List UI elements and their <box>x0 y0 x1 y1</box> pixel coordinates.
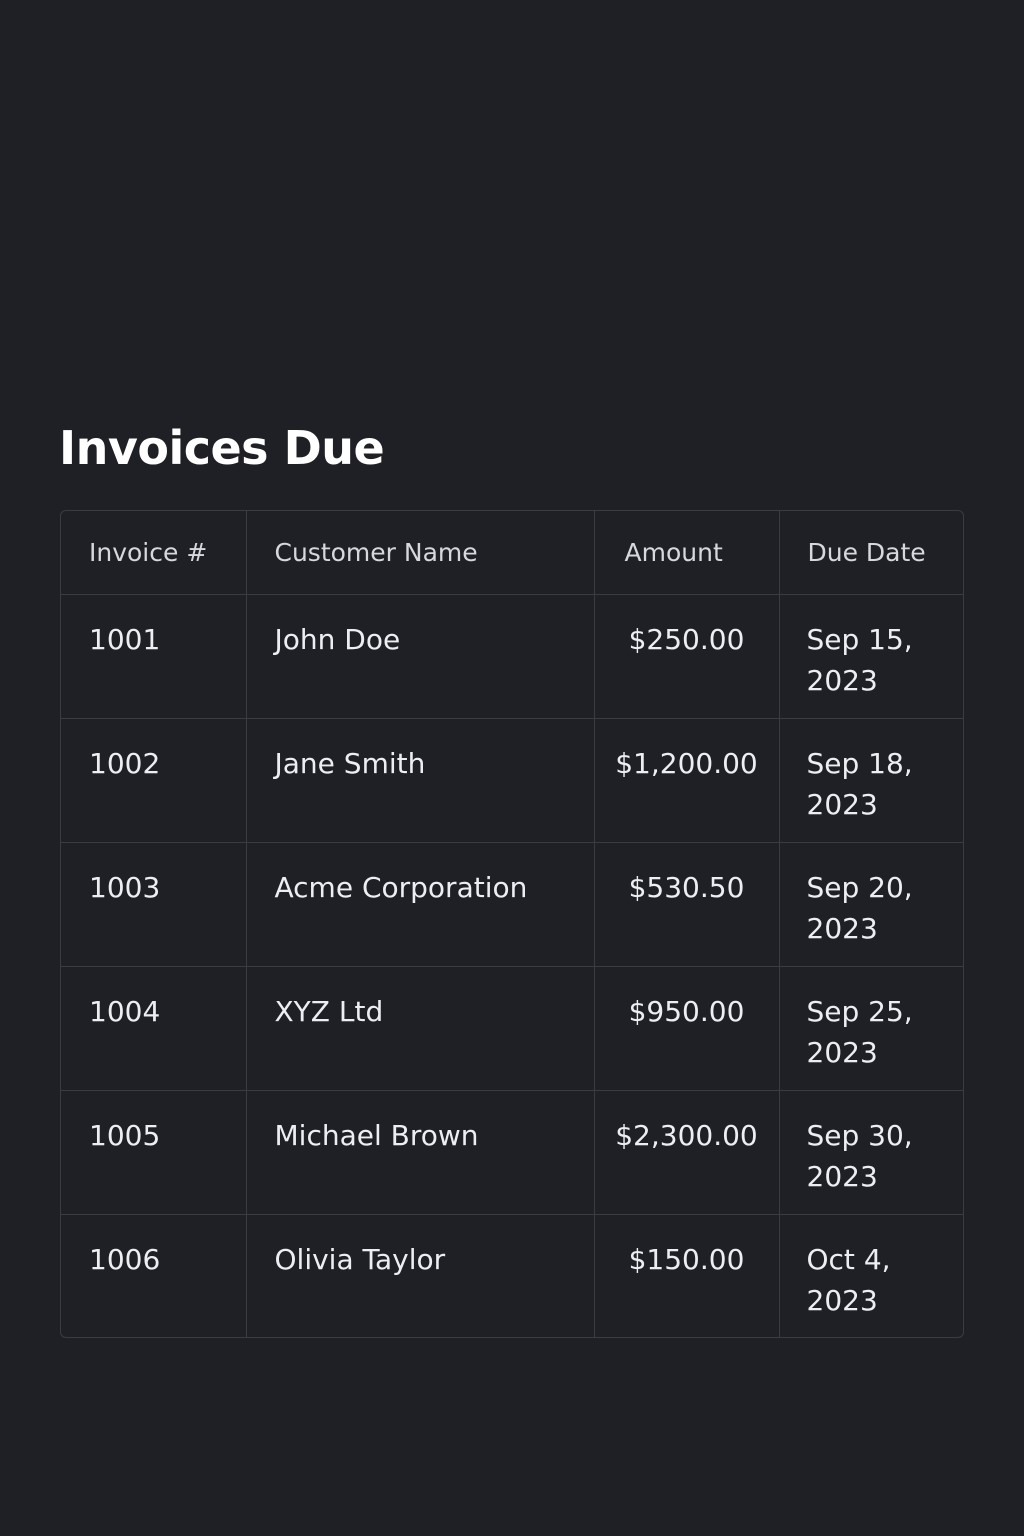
due-date-cell: Sep 18, 2023 <box>779 718 963 843</box>
due-date-cell: Sep 20, 2023 <box>779 842 963 967</box>
customer-name-cell: Acme Corporation <box>246 842 595 967</box>
invoice-number-cell: 1004 <box>61 966 247 1091</box>
invoice-number-cell: 1005 <box>61 1090 247 1215</box>
due-date-cell: Sep 15, 2023 <box>779 594 963 719</box>
customer-name-cell: Olivia Taylor <box>246 1214 595 1337</box>
table-row[interactable]: 1006 Olivia Taylor $150.00 Oct 4, 2023 <box>61 1214 963 1337</box>
amount-cell: $1,200.00 <box>594 718 780 843</box>
amount-cell: $250.00 <box>594 594 780 719</box>
amount-cell: $950.00 <box>594 966 780 1091</box>
customer-name-cell: John Doe <box>246 594 595 719</box>
amount-cell: $2,300.00 <box>594 1090 780 1215</box>
column-header-amount[interactable]: Amount <box>594 511 780 595</box>
column-header-invoice-number[interactable]: Invoice # <box>61 511 247 595</box>
amount-cell: $150.00 <box>594 1214 780 1337</box>
customer-name-cell: Michael Brown <box>246 1090 595 1215</box>
due-date-cell: Sep 25, 2023 <box>779 966 963 1091</box>
amount-cell: $530.50 <box>594 842 780 967</box>
table-row[interactable]: 1005 Michael Brown $2,300.00 Sep 30, 202… <box>61 1090 963 1215</box>
table-body: 1001 John Doe $250.00 Sep 15, 2023 1002 … <box>61 594 963 1337</box>
table-row[interactable]: 1004 XYZ Ltd $950.00 Sep 25, 2023 <box>61 966 963 1091</box>
page-title: Invoices Due <box>59 421 385 475</box>
header-row: Invoice # Customer Name Amount Due Date <box>61 511 963 595</box>
column-header-customer-name[interactable]: Customer Name <box>246 511 595 595</box>
customer-name-cell: XYZ Ltd <box>246 966 595 1091</box>
invoice-number-cell: 1002 <box>61 718 247 843</box>
column-header-due-date[interactable]: Due Date <box>779 511 963 595</box>
table-row[interactable]: 1003 Acme Corporation $530.50 Sep 20, 20… <box>61 842 963 967</box>
invoices-table: Invoice # Customer Name Amount Due Date … <box>61 511 963 1337</box>
table-row[interactable]: 1001 John Doe $250.00 Sep 15, 2023 <box>61 594 963 719</box>
invoices-table-container: Invoice # Customer Name Amount Due Date … <box>60 510 964 1338</box>
due-date-cell: Oct 4, 2023 <box>806 1242 891 1317</box>
due-date-cell: Sep 30, 2023 <box>779 1090 963 1215</box>
table-row[interactable]: 1002 Jane Smith $1,200.00 Sep 18, 2023 <box>61 718 963 843</box>
invoice-number-cell: 1003 <box>61 842 247 967</box>
table-header: Invoice # Customer Name Amount Due Date <box>61 511 963 595</box>
invoice-number-cell: 1006 <box>61 1214 247 1337</box>
invoice-number-cell: 1001 <box>61 594 247 719</box>
customer-name-cell: Jane Smith <box>246 718 595 843</box>
